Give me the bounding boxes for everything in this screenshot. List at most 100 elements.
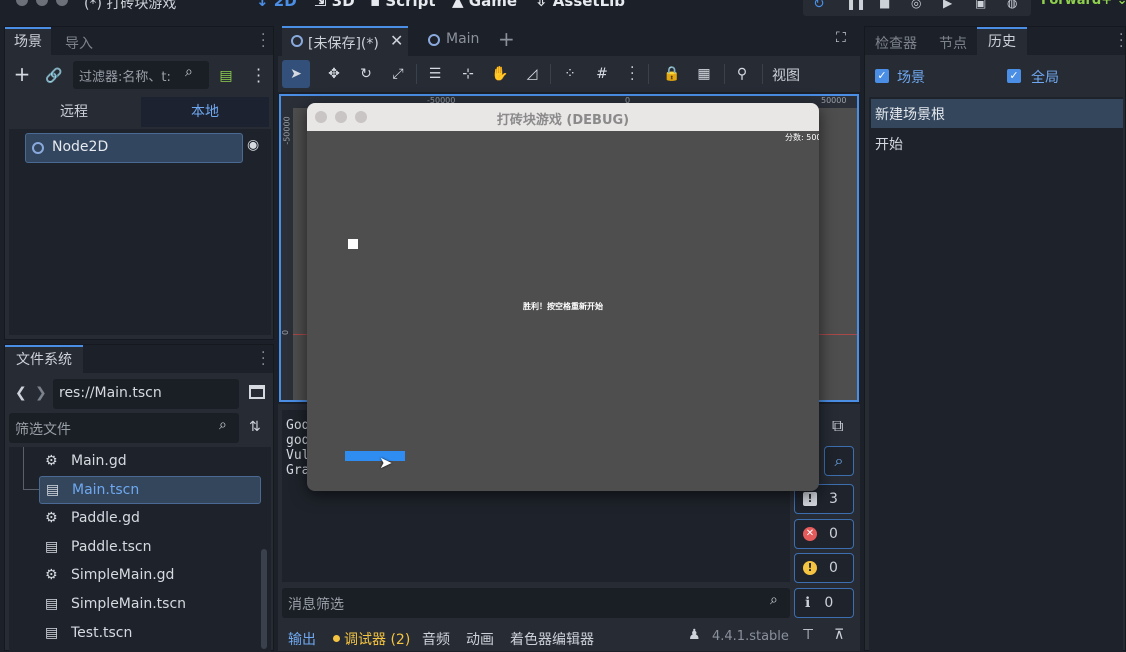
filesystem-tabbar: 文件系统 · · · — [5, 345, 273, 373]
rotate-tool-icon[interactable]: ↻ — [352, 60, 380, 88]
file-row[interactable]: ⚙ Main.gd — [39, 447, 261, 475]
maximize-window-button[interactable] — [56, 0, 68, 6]
tab-node[interactable]: 节点 — [939, 33, 967, 53]
log-line: Gra — [286, 463, 310, 478]
ruler-tool-icon[interactable]: ◿ — [518, 60, 546, 88]
tab-audio[interactable]: 音频 — [422, 629, 450, 649]
remote-debug-icon[interactable]: ↻ — [813, 0, 825, 12]
stop-icon[interactable]: ■ — [879, 0, 890, 10]
group-icon[interactable]: ▦ — [690, 60, 718, 88]
mode-3d-button[interactable]: ⇲ 3D — [314, 0, 355, 10]
mode-2d-button[interactable]: ↕ 2D — [256, 0, 297, 10]
scene-dock-tabbar: 场景 导入 · · · — [5, 27, 273, 55]
move-tool-icon[interactable]: ✥ — [320, 60, 348, 88]
pivot-tool-icon[interactable]: ⊹ — [454, 60, 482, 88]
add-node-icon[interactable]: + — [11, 62, 33, 86]
scene-tab-unsaved[interactable]: [未保存](*) ✕ — [282, 26, 408, 56]
forward-icon[interactable]: ❯ — [35, 385, 47, 401]
dock-menu-icon[interactable]: · · · — [1119, 28, 1123, 54]
tab-output[interactable]: 输出 — [288, 629, 316, 649]
snap-options-icon[interactable]: · · · — [630, 61, 634, 87]
scene-menu-icon[interactable]: · · · — [256, 62, 261, 90]
scene-checkbox[interactable]: ✓ — [875, 69, 889, 83]
warning-filter-button[interactable]: ! 0 — [794, 553, 854, 583]
back-icon[interactable]: ❮ — [15, 385, 27, 401]
play-project-icon[interactable]: ▶ — [943, 0, 952, 10]
history-item[interactable]: 开始 — [871, 129, 1123, 157]
local-tab[interactable]: 本地 — [141, 97, 269, 127]
file-list-scrollbar[interactable] — [261, 549, 267, 649]
split-view-icon[interactable] — [249, 385, 265, 399]
scene-dock: 场景 导入 · · · + 🔗 过滤器:名称、t: ⌕ ▤ · · · 远程 本地 No… — [4, 26, 274, 340]
error-count-button[interactable]: ✕ 0 — [794, 519, 854, 549]
message-filter-input[interactable]: 消息筛选 ⌕ — [282, 588, 790, 618]
list-select-icon[interactable]: ☰ — [421, 60, 449, 88]
canvas-toolbar: ➤ ✥ ↻ ⤢ ☰ ⊹ ✋ ◿ ⁘ # · · · 🔒 ▦ ⚲ 视图 — [278, 56, 860, 92]
scene-tab-main[interactable]: Main — [422, 26, 508, 56]
right-dock-tabbar: 检查器 节点 历史 · · · — [865, 27, 1125, 55]
mode-assetlib-button[interactable]: ⇩ AssetLib — [535, 0, 625, 10]
distraction-free-icon[interactable]: ⛶ — [836, 30, 846, 46]
scale-tool-icon[interactable]: ⤢ — [384, 60, 412, 88]
smart-snap-icon[interactable]: ⁘ — [556, 60, 584, 88]
run-toolbar: ↻ ❚❚ ■ ◎ ▶ ▣ ◍ — [803, 0, 1031, 16]
copy-icon[interactable]: ⧉ — [832, 416, 843, 436]
file-row[interactable]: ▤ Paddle.tscn — [39, 533, 261, 561]
tab-inspector[interactable]: 检查器 — [875, 33, 917, 53]
lock-icon[interactable]: 🔒 — [658, 60, 686, 88]
file-row[interactable]: ⚙ Paddle.gd — [39, 504, 261, 532]
tab-import[interactable]: 导入 — [65, 33, 93, 53]
file-row[interactable]: ▤ SimpleMain.tscn — [39, 590, 261, 618]
sort-icon[interactable]: ⇅ — [249, 419, 261, 435]
paddle — [345, 451, 405, 461]
global-checkbox[interactable]: ✓ — [1007, 69, 1021, 83]
tab-history[interactable]: 历史 — [977, 27, 1027, 55]
tab-scene[interactable]: 场景 — [5, 27, 51, 55]
scene-tree: Node2D ◉ — [9, 129, 271, 335]
game-canvas[interactable]: 分数: 500 胜利！按空格重新开始 ➤ — [307, 131, 819, 491]
tab-shader-editor[interactable]: 着色器编辑器 — [510, 629, 594, 649]
close-window-button[interactable] — [16, 0, 28, 6]
file-row[interactable]: ⚙ SimpleMain.gd — [39, 561, 261, 589]
scene-tree-node[interactable]: Node2D — [25, 133, 243, 163]
add-script-icon[interactable]: ▤ — [215, 65, 237, 87]
expand-panel-icon[interactable]: ⊼ — [834, 627, 844, 643]
link-icon[interactable]: 🔗 — [43, 65, 65, 87]
tab-animation[interactable]: 动画 — [466, 629, 494, 649]
history-item[interactable]: 新建场景根 — [871, 99, 1123, 128]
mode-script-button[interactable]: ▪ Script — [370, 0, 436, 10]
pan-tool-icon[interactable]: ✋ — [486, 60, 514, 88]
view-menu[interactable]: 视图 — [772, 65, 800, 85]
minimize-window-button[interactable] — [36, 0, 48, 6]
pin-icon[interactable]: ⊤ — [802, 627, 814, 643]
play-scene-icon[interactable]: ▣ — [975, 0, 986, 10]
file-row[interactable]: ▤ Test.tscn — [39, 619, 261, 647]
game-debug-window: 打砖块游戏 (DEBUG) 分数: 500 胜利！按空格重新开始 ➤ — [307, 103, 819, 491]
tab-filesystem[interactable]: 文件系统 — [5, 345, 83, 373]
renderer-selector[interactable]: Forward+ ⌄ — [1041, 0, 1126, 8]
log-line: Vul — [286, 448, 310, 463]
filesystem-path-field[interactable]: res://Main.tscn — [53, 379, 239, 409]
remote-icon[interactable]: ◎ — [911, 0, 921, 10]
scene-filter-input[interactable]: 过滤器:名称、t: ⌕ — [73, 61, 209, 89]
add-tab-icon[interactable]: + — [498, 27, 515, 51]
grid-snap-icon[interactable]: # — [588, 60, 616, 88]
file-filter-input[interactable]: 筛选文件 ⌕ — [9, 413, 239, 443]
search-toggle-icon[interactable]: ⌕ — [824, 446, 854, 476]
file-row[interactable]: ▤ Main.tscn — [39, 475, 261, 504]
close-tab-icon[interactable]: ✕ — [390, 31, 403, 50]
visibility-eye-icon[interactable]: ◉ — [247, 137, 267, 157]
tab-debugger[interactable]: 调试器 (2) — [344, 629, 410, 649]
skeleton-icon[interactable]: ⚲ — [728, 60, 756, 88]
select-tool-icon[interactable]: ➤ — [282, 60, 310, 88]
movie-maker-icon[interactable]: ◍ — [1007, 0, 1017, 10]
warning-icon: ! — [803, 561, 817, 575]
pause-icon[interactable]: ❚❚ — [846, 0, 866, 10]
info-count-button[interactable]: ℹ 0 — [794, 588, 854, 618]
filesystem-menu-icon[interactable]: · · · — [261, 346, 265, 372]
game-icon: ▲ — [452, 0, 469, 10]
godot-icon: ♟ — [688, 627, 701, 643]
dock-menu-icon[interactable]: · · · — [261, 28, 265, 54]
remote-tab[interactable]: 远程 — [9, 97, 139, 127]
mode-game-button[interactable]: ▲ Game — [452, 0, 517, 10]
